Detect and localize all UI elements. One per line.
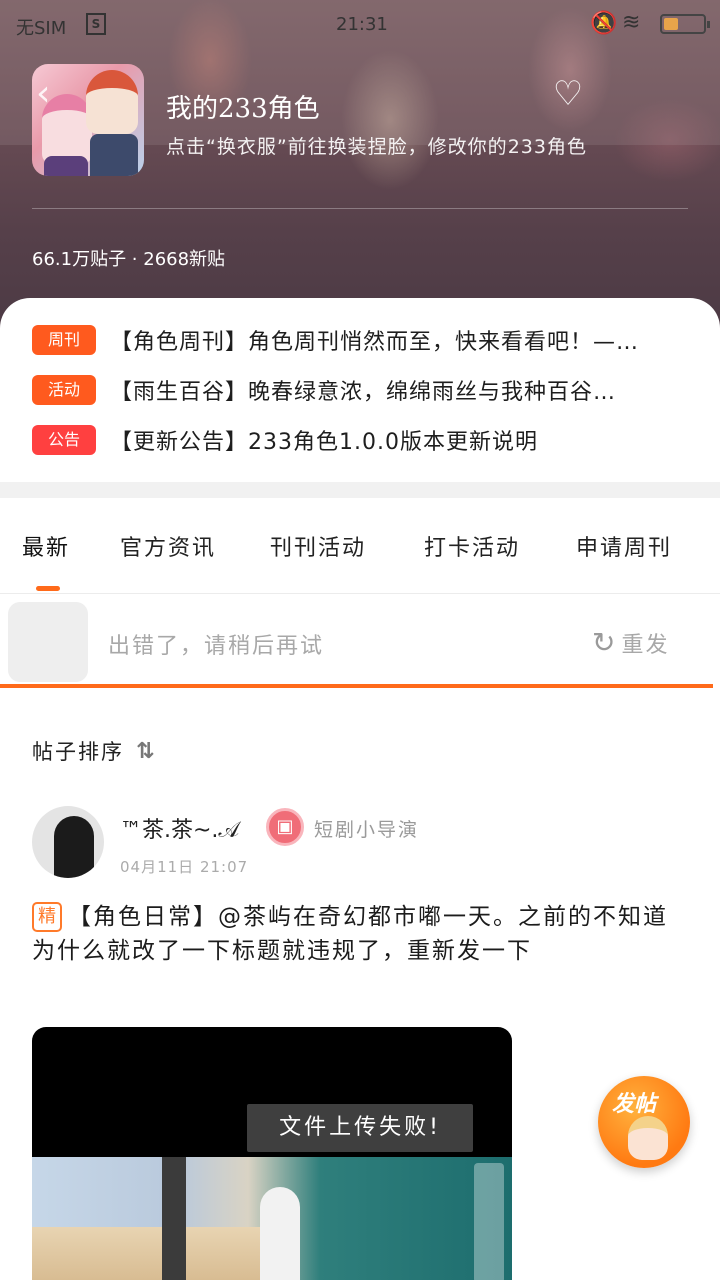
- mute-icon: 🔕: [590, 11, 618, 36]
- author-badge-label: 短剧小导演: [314, 819, 420, 841]
- refresh-icon: ↻: [592, 626, 618, 659]
- tab-weekly-events[interactable]: 刊刊活动: [270, 530, 366, 562]
- post-content[interactable]: 精【角色日常】@茶屿在奇幻都市嘟一天。之前的不知道为什么就改了一下标题就违规了，…: [32, 900, 688, 968]
- sim-icon: S: [86, 13, 106, 35]
- upload-progress: [0, 684, 720, 688]
- error-message: 出错了，请稍后再试: [108, 634, 325, 659]
- sort-control[interactable]: 帖子排序 ⇅: [32, 736, 156, 766]
- director-badge-icon: ▣: [266, 808, 304, 846]
- notice-item-weekly[interactable]: 周刊 【角色周刊】角色周刊悄然而至，快来看看吧！—…: [32, 322, 688, 358]
- notice-item-event[interactable]: 活动 【雨生百谷】晚春绿意浓，绵绵雨丝与我种百谷…: [32, 372, 688, 408]
- back-icon[interactable]: ‹: [36, 74, 76, 114]
- clock: 21:31: [336, 14, 388, 35]
- wifi-icon: ≋: [622, 10, 641, 35]
- carrier-label: 无SIM: [16, 18, 67, 39]
- follow-heart-icon[interactable]: ♡: [548, 74, 588, 114]
- notice-text: 【角色周刊】角色周刊悄然而至，快来看看吧！—…: [110, 330, 640, 355]
- featured-badge: 精: [32, 902, 62, 932]
- retry-button[interactable]: ↻ 重发: [592, 626, 669, 659]
- sort-icon: ⇅: [136, 738, 157, 764]
- feed-tabs: 最新 官方资讯 刊刊活动 打卡活动 申请周刊: [0, 498, 720, 594]
- header-divider: [32, 208, 688, 209]
- tab-apply-weekly[interactable]: 申请周刊: [576, 530, 672, 562]
- post-media[interactable]: 文件上传失败!: [32, 1027, 512, 1280]
- post-text: 【角色日常】@茶屿在奇幻都市嘟一天。之前的不知道为什么就改了一下标题就违规了，重…: [32, 904, 668, 964]
- upload-thumbnail: [8, 602, 88, 682]
- game-screenshot: [32, 1157, 512, 1280]
- author-avatar[interactable]: [32, 806, 104, 878]
- author-name[interactable]: ™茶.茶~.𝒜: [120, 812, 239, 844]
- notice-item-announcement[interactable]: 公告 【更新公告】233角色1.0.0版本更新说明: [32, 422, 688, 458]
- retry-label: 重发: [621, 632, 670, 658]
- active-tab-indicator: [36, 586, 60, 591]
- tab-checkin-events[interactable]: 打卡活动: [424, 530, 520, 562]
- status-bar: 无SIM S 21:31 🔕 ≋: [0, 0, 720, 50]
- notice-text: 【雨生百谷】晚春绿意浓，绵绵雨丝与我种百谷…: [110, 380, 617, 405]
- post-timestamp: 04月11日 21:07: [120, 858, 249, 876]
- upload-progress-fill: [0, 684, 713, 688]
- sort-label: 帖子排序: [32, 740, 124, 764]
- notice-text: 【更新公告】233角色1.0.0版本更新说明: [110, 430, 538, 455]
- community-description: 点击“换衣服”前往换装捏脸，修改你的233角色: [166, 136, 587, 158]
- community-header: 无SIM S 21:31 🔕 ≋ ‹ ♡ 我的233角色 点击“换衣服”前往换装…: [0, 0, 720, 330]
- upload-error-bar: 出错了，请稍后再试 ↻ 重发: [0, 594, 720, 694]
- notice-tag: 公告: [32, 425, 96, 455]
- tab-latest[interactable]: 最新: [22, 530, 70, 562]
- notice-tag: 活动: [32, 375, 96, 405]
- community-title: 我的233角色: [166, 94, 320, 124]
- battery-icon: [660, 14, 710, 34]
- mascot-icon: [628, 1116, 668, 1160]
- upload-failed-toast: 文件上传失败!: [247, 1104, 473, 1152]
- new-post-label: 发帖: [612, 1092, 657, 1117]
- new-post-button[interactable]: 发帖: [598, 1076, 690, 1168]
- section-separator: [0, 482, 720, 498]
- tab-official-news[interactable]: 官方资讯: [120, 530, 216, 562]
- community-stats: 66.1万贴子 · 2668新贴: [32, 249, 226, 270]
- notice-tag: 周刊: [32, 325, 96, 355]
- notice-card: 周刊 【角色周刊】角色周刊悄然而至，快来看看吧！—… 活动 【雨生百谷】晚春绿意…: [0, 298, 720, 482]
